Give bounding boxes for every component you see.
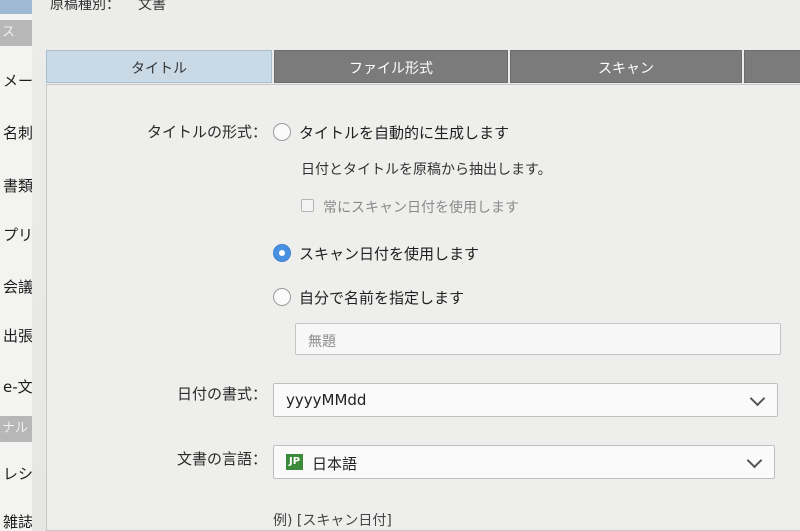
radio-custom-name-label[interactable]: 自分で名前を指定します (299, 287, 464, 308)
radio-scan-date-label[interactable]: スキャン日付を使用します (299, 243, 479, 264)
chevron-down-icon (746, 452, 763, 469)
doc-type-row: 原稿種別： 文書 (50, 0, 166, 14)
jp-flag-icon: JP (286, 454, 304, 470)
sidebar-top-strip (0, 0, 32, 14)
doc-language-label: 文書の言語： (176, 450, 267, 468)
date-format-label: 日付の書式： (176, 385, 267, 403)
sidebar-item-receipt[interactable]: レシ (0, 463, 32, 484)
doc-language-value: 日本語 (312, 455, 358, 473)
sidebar-item-business-trip[interactable]: 出張 (0, 325, 32, 346)
radio-custom-name[interactable] (273, 288, 291, 306)
sidebar-section-header: ナル (0, 416, 32, 442)
tab-scan[interactable]: スキャン (510, 50, 742, 83)
tab-title[interactable]: タイトル (46, 50, 272, 83)
doc-language-select[interactable]: JP 日本語 (273, 445, 775, 479)
checkbox-always-scan-date[interactable] (301, 199, 314, 212)
checkbox-always-scan-date-label[interactable]: 常にスキャン日付を使用します (323, 197, 519, 217)
tab-more[interactable] (744, 50, 800, 83)
radio-scan-date[interactable] (273, 244, 291, 262)
title-format-label: タイトルの形式： (146, 123, 267, 141)
date-format-select[interactable]: yyyyMMdd (273, 383, 778, 417)
doc-type-label: 原稿種別： (50, 0, 120, 13)
custom-name-input[interactable]: 無題 (295, 323, 781, 355)
sidebar-item-magazine[interactable]: 雑誌 (0, 511, 32, 531)
sidebar-item-e-document[interactable]: e-文 (0, 376, 32, 397)
custom-name-placeholder: 無題 (308, 334, 336, 350)
sidebar-item-mail[interactable]: メー (0, 70, 32, 91)
date-format-value: yyyyMMdd (286, 391, 367, 409)
sidebar-item-print[interactable]: プリ (0, 224, 32, 245)
settings-panel: 原稿種別： 文書 タイトル ファイル形式 スキャン タイトルの形式： タイトルを自… (32, 0, 800, 531)
auto-title-description: 日付とタイトルを原稿から抽出します。 (301, 162, 552, 178)
tab-content-title: タイトルの形式： タイトルを自動的に生成します 日付とタイトルを原稿から抽出しま… (46, 84, 800, 531)
sidebar: ス メー 名刺 書類 プリ 会議 出張 e-文 ナル レシ 雑誌 (0, 0, 33, 531)
chevron-down-icon (749, 390, 766, 407)
sidebar-section-header: ス (0, 20, 32, 46)
example-text: 例) [スキャン日付] (273, 513, 392, 529)
radio-auto-title-label[interactable]: タイトルを自動的に生成します (299, 122, 509, 143)
sidebar-item-documents[interactable]: 書類 (0, 175, 32, 196)
sidebar-item-business-card[interactable]: 名刺 (0, 122, 32, 143)
doc-type-value: 文書 (138, 0, 166, 13)
radio-auto-title[interactable] (273, 123, 291, 141)
sidebar-item-meeting[interactable]: 会議 (0, 276, 32, 297)
tab-file-format[interactable]: ファイル形式 (274, 50, 508, 83)
tab-bar: タイトル ファイル形式 スキャン (46, 50, 800, 84)
